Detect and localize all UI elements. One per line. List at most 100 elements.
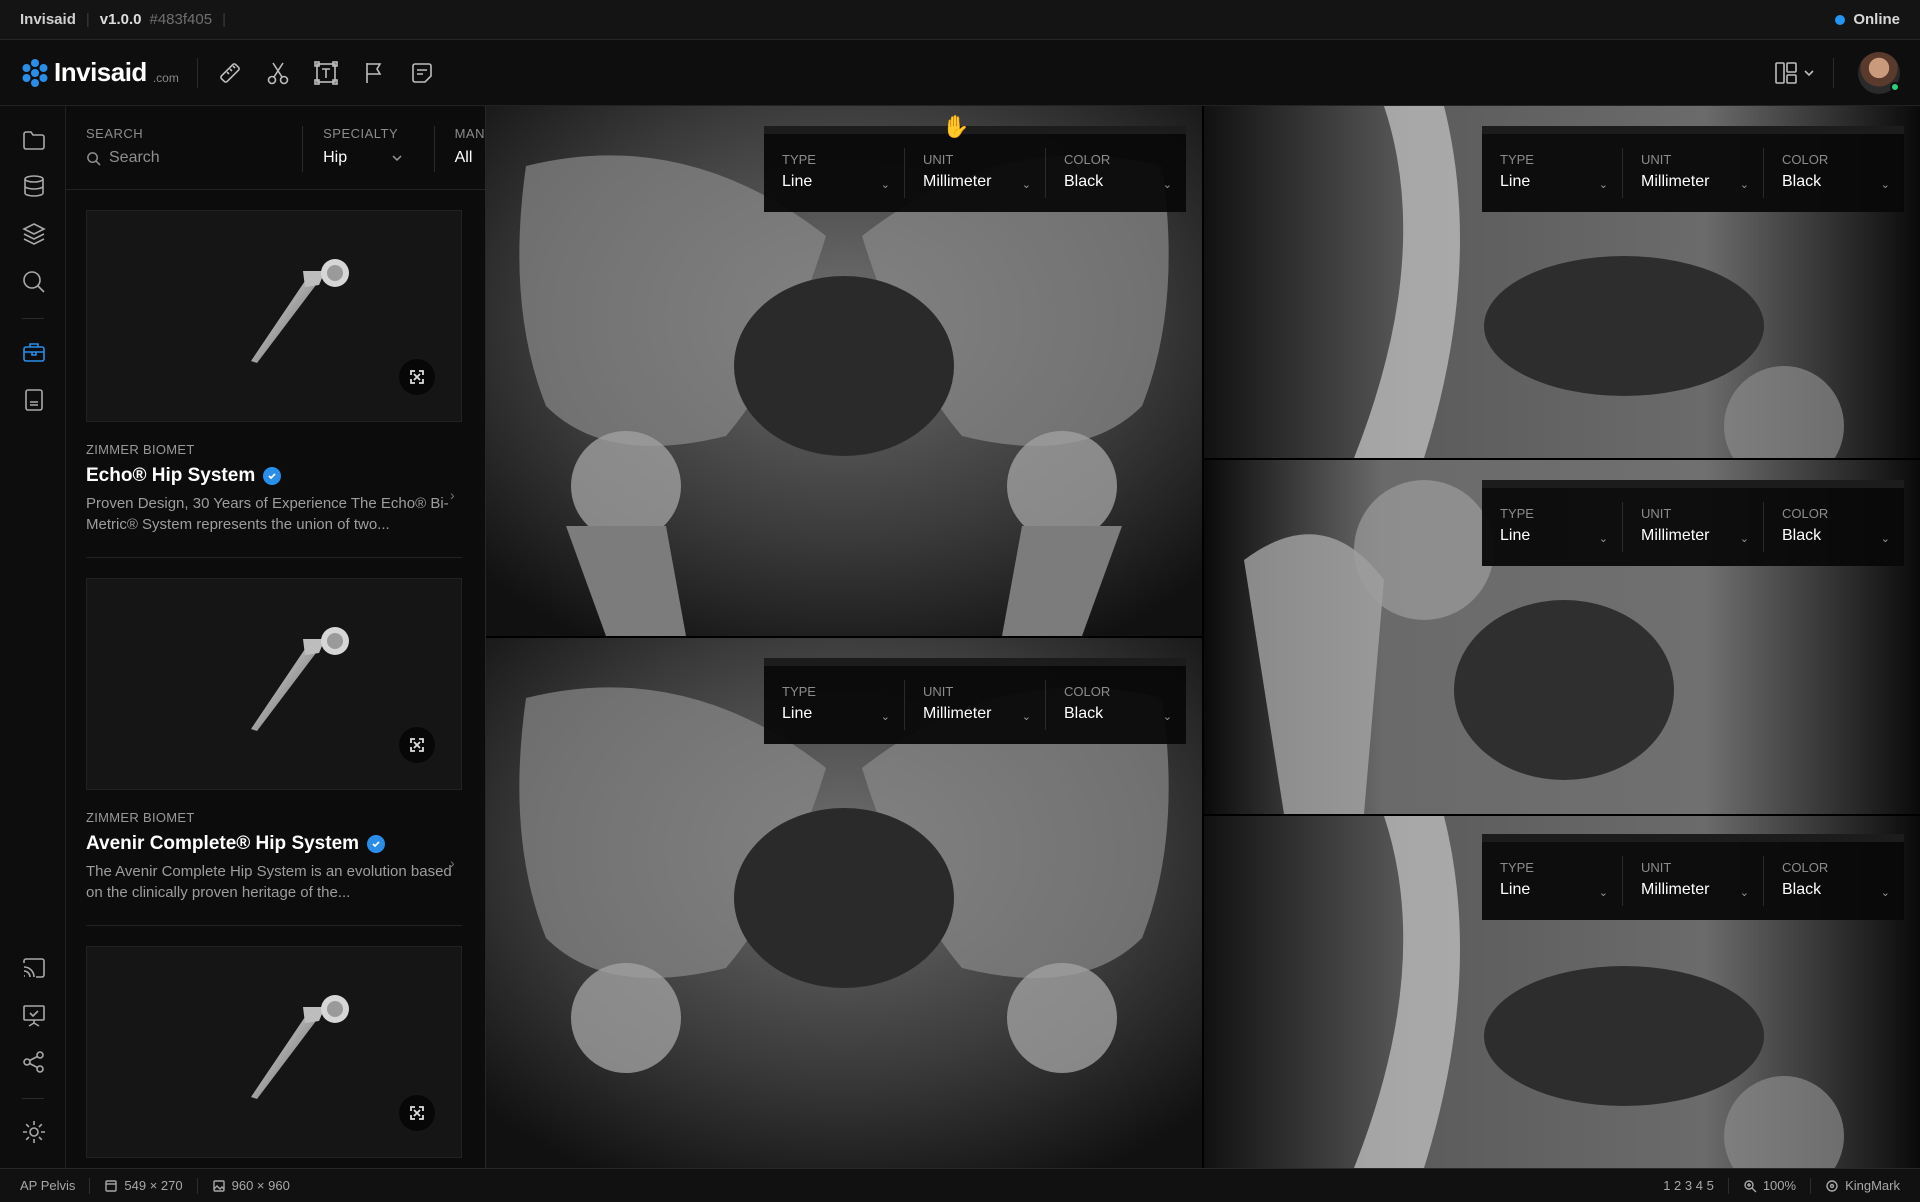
measurement-toolbar: TYPE Line ⌄ UNIT Millimeter ⌄ COLOR Black ⌄ [764, 126, 1186, 212]
type-select[interactable]: TYPE Line ⌄ [764, 134, 904, 212]
unit-select[interactable]: UNIT Millimeter ⌄ [905, 666, 1045, 744]
chevron-down-icon [1804, 69, 1814, 76]
chevron-down-icon: ⌄ [880, 711, 890, 723]
implant-card[interactable]: ZIMMER BIOMET Avenir Complete® Hip Syste… [86, 578, 462, 926]
user-avatar[interactable] [1858, 51, 1900, 94]
divider [22, 318, 44, 319]
color-label: COLOR [1782, 152, 1829, 167]
divider [196, 1177, 198, 1194]
divider [22, 1098, 44, 1099]
presentation-icon [23, 1005, 45, 1027]
rail-cast-button[interactable] [20, 954, 48, 982]
manufacturer-filter[interactable]: MAN All [435, 126, 485, 189]
expand-preview-button[interactable] [399, 727, 435, 763]
color-label: COLOR [1782, 506, 1829, 521]
color-select[interactable]: COLOR Black ⌄ [1046, 134, 1186, 212]
logo-suffix: .com [152, 70, 179, 85]
specialty-filter[interactable]: SPECIALTY Hip [303, 126, 414, 189]
rail-layers-button[interactable] [20, 220, 48, 248]
status-text: Online [1853, 11, 1900, 28]
implant-title-text: Avenir Complete® Hip System [86, 833, 360, 854]
color-label: COLOR [1064, 684, 1111, 699]
measurement-toolbar: TYPE Line ⌄ UNIT Millimeter ⌄ COLOR Black ⌄ [1482, 834, 1904, 920]
implant-description: The Avenir Complete Hip System is an evo… [86, 863, 452, 901]
ruler-tool-button[interactable] [216, 59, 244, 87]
zoom-level[interactable]: 100% [1743, 1178, 1796, 1193]
search-input[interactable]: Search [86, 149, 282, 167]
unit-label: UNIT [923, 684, 954, 699]
logo-wordmark: Invisaid [54, 57, 147, 87]
layers-icon [22, 223, 46, 245]
expand-preview-button[interactable] [399, 359, 435, 395]
specialty-label: SPECIALTY [323, 126, 399, 141]
manufacturer-name: ZIMMER BIOMET [86, 442, 195, 457]
chevron-right-icon[interactable]: › [450, 487, 462, 503]
divider [1810, 1177, 1812, 1194]
rail-share-button[interactable] [20, 1048, 48, 1076]
chevron-down-icon: ⌄ [1598, 179, 1608, 191]
color-select[interactable]: COLOR Black ⌄ [1764, 842, 1904, 920]
toolbox-icon [23, 343, 45, 362]
note-tool-button[interactable] [408, 59, 436, 87]
zoom-icon [1744, 1179, 1757, 1192]
target-icon [1826, 1179, 1838, 1192]
divider: | [85, 11, 90, 28]
rail-database-button[interactable] [20, 172, 48, 200]
rail-folder-button[interactable] [20, 126, 48, 154]
logo[interactable]: Invisaid .com [20, 57, 179, 88]
brand-mark: KingMark [1825, 1178, 1900, 1193]
rail-document-button[interactable] [20, 386, 48, 414]
divider [196, 57, 198, 88]
app-version: v1.0.0 [99, 11, 142, 28]
rail-implants-button[interactable] [20, 338, 48, 366]
cut-tool-button[interactable] [264, 59, 292, 87]
type-label: TYPE [782, 684, 816, 699]
type-select[interactable]: TYPE Line ⌄ [1482, 842, 1622, 920]
left-icon-rail [0, 106, 66, 1168]
rail-settings-button[interactable] [20, 1118, 48, 1146]
type-select[interactable]: TYPE Line ⌄ [1482, 134, 1622, 212]
connection-status: Online [1835, 11, 1900, 28]
manufacturer-value[interactable]: All [455, 149, 485, 167]
rail-search-button[interactable] [20, 268, 48, 296]
unit-select[interactable]: UNIT Millimeter ⌄ [1623, 134, 1763, 212]
text-tool-button[interactable] [312, 59, 340, 87]
manufacturer-label: MAN [454, 126, 485, 141]
sticky-note-icon [412, 62, 432, 83]
expand-icon [410, 370, 424, 384]
divider [86, 925, 462, 926]
layout-menu-button[interactable] [1773, 60, 1815, 86]
selection-size-text: 549 × 270 [124, 1178, 183, 1193]
expand-preview-button[interactable] [399, 1095, 435, 1131]
color-select[interactable]: COLOR Black ⌄ [1764, 488, 1904, 566]
text-box-icon [314, 60, 338, 85]
implant-title: Avenir Complete® Hip System [86, 833, 462, 855]
page-numbers[interactable]: 1 2 3 4 5 [1663, 1178, 1714, 1193]
hand-cursor-icon: ✋ [942, 114, 970, 139]
implant-card[interactable]: ZIMMER BIOMET Echo® Hip System Proven De… [86, 210, 462, 558]
divider [89, 1177, 91, 1194]
cast-icon [23, 958, 45, 978]
search-placeholder: Search [109, 149, 160, 166]
flag-icon [366, 62, 382, 83]
image-size: 960 × 960 [212, 1178, 290, 1193]
chevron-right-icon[interactable]: › [450, 855, 462, 871]
unit-select[interactable]: UNIT Millimeter ⌄ [1623, 488, 1763, 566]
hip-stem-implant-icon [251, 627, 349, 731]
app-name: Invisaid [20, 11, 76, 28]
implant-title-text: Echo® Hip System [86, 465, 256, 486]
color-select[interactable]: COLOR Black ⌄ [1046, 666, 1186, 744]
type-select[interactable]: TYPE Line ⌄ [1482, 488, 1622, 566]
type-select[interactable]: TYPE Line ⌄ [764, 666, 904, 744]
unit-select[interactable]: UNIT Millimeter ⌄ [905, 134, 1045, 212]
flag-tool-button[interactable] [360, 59, 388, 87]
search-filter[interactable]: SEARCH Search [66, 126, 282, 189]
rail-presentation-button[interactable] [20, 1002, 48, 1030]
specialty-select[interactable]: Hip [323, 149, 414, 167]
expand-icon [410, 1106, 424, 1120]
color-select[interactable]: COLOR Black ⌄ [1764, 134, 1904, 212]
hip-stem-implant-icon [251, 995, 349, 1099]
implant-card[interactable] [86, 946, 462, 1158]
chevron-down-icon: ⌄ [1880, 179, 1890, 191]
unit-select[interactable]: UNIT Millimeter ⌄ [1623, 842, 1763, 920]
